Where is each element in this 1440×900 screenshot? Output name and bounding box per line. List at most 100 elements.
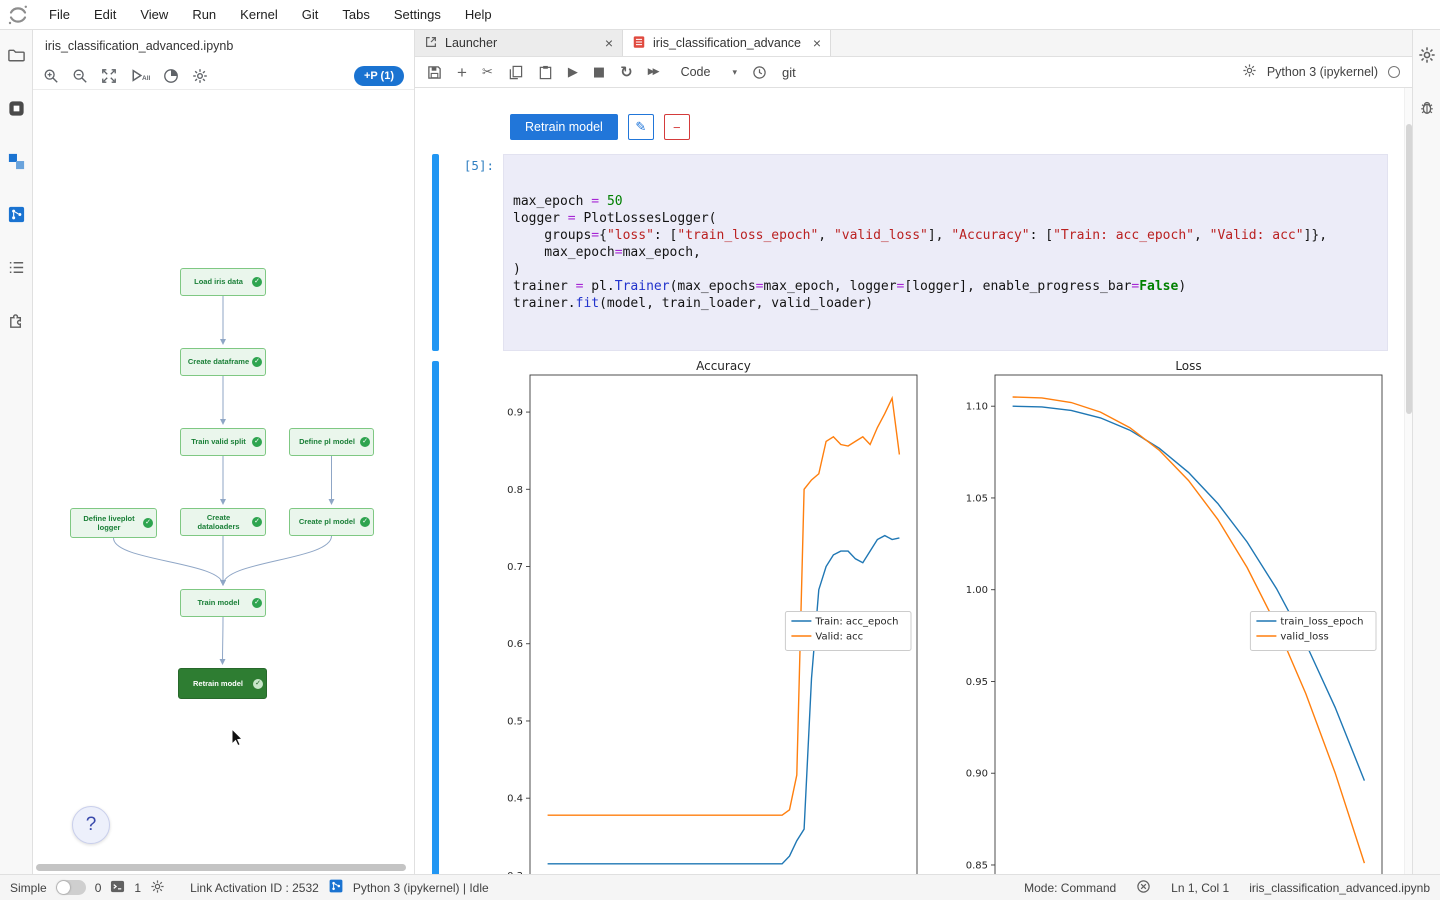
pipeline-graph[interactable]: Load iris data✓Create dataframe✓Train va…	[33, 90, 414, 874]
dag-node-retrain-model[interactable]: Retrain model✓	[178, 668, 267, 699]
notebook-content: Retrain model ✎ − [5]: max_epoch = 50log…	[415, 88, 1412, 874]
check-icon: ✓	[252, 598, 262, 608]
tab-launcher[interactable]: Launcher ×	[415, 30, 623, 56]
check-icon: ✓	[360, 517, 370, 527]
remove-button[interactable]: −	[664, 114, 690, 140]
debugger-icon[interactable]	[1416, 96, 1438, 118]
chevron-down-icon: ▾	[732, 67, 737, 78]
property-inspector-icon[interactable]	[1416, 44, 1438, 66]
dag-node-create-dataframe[interactable]: Create dataframe✓	[180, 348, 266, 376]
run-all-label: All	[142, 75, 150, 82]
cursor-position[interactable]: Ln 1, Col 1	[1171, 881, 1229, 895]
menu-edit[interactable]: Edit	[83, 3, 127, 26]
dag-node-label: Define liveplot logger	[75, 514, 143, 533]
run-all-icon[interactable]: All	[130, 69, 150, 82]
git-status-icon[interactable]	[328, 878, 344, 897]
zoom-out-icon[interactable]	[72, 68, 88, 84]
vertical-scrollbar[interactable]	[1404, 88, 1412, 874]
tab-label: iris_classification_advance	[653, 36, 806, 50]
dag-node-define-pl-model[interactable]: Define pl model✓	[289, 428, 374, 456]
terminals-count[interactable]: 0	[95, 881, 102, 895]
menu-file[interactable]: File	[38, 3, 81, 26]
dag-node-train-valid-split[interactable]: Train valid split✓	[180, 428, 266, 456]
toggle-knob	[57, 881, 70, 894]
fit-view-icon[interactable]	[101, 68, 117, 84]
dag-node-load-iris-data[interactable]: Load iris data✓	[180, 268, 266, 296]
mode-indicator[interactable]: Mode: Command	[1024, 881, 1116, 895]
pipeline-panel-icon[interactable]	[5, 150, 27, 172]
svg-text:0.7: 0.7	[507, 562, 523, 573]
dag-node-create-dataloaders[interactable]: Create dataloaders✓	[180, 508, 266, 536]
extension-manager-icon[interactable]	[5, 309, 27, 331]
add-cell-button[interactable]: +	[457, 64, 467, 81]
menu-help[interactable]: Help	[454, 3, 503, 26]
link-activation-id[interactable]: Link Activation ID : 2532	[190, 881, 319, 895]
git-panel-icon[interactable]	[5, 203, 27, 225]
dag-node-create-pl-model[interactable]: Create pl model✓	[289, 508, 374, 536]
cell-type-dropdown[interactable]: Code ▾	[681, 65, 737, 79]
menu-view[interactable]: View	[129, 3, 179, 26]
kernel-status-icon[interactable]	[1388, 66, 1400, 78]
menu-kernel[interactable]: Kernel	[229, 3, 289, 26]
kernel-settings-icon[interactable]	[1242, 63, 1257, 81]
help-button[interactable]: ?	[72, 806, 110, 844]
close-icon[interactable]: ×	[813, 36, 821, 50]
layout-icon[interactable]	[163, 68, 179, 84]
check-icon: ✓	[252, 437, 262, 447]
notifications-icon[interactable]	[1136, 879, 1151, 897]
run-cell-button[interactable]: ▶	[568, 66, 578, 79]
zoom-in-icon[interactable]	[43, 68, 59, 84]
menu-git[interactable]: Git	[291, 3, 330, 26]
terminal-icon[interactable]	[110, 879, 125, 897]
paste-cell-button[interactable]	[538, 65, 553, 80]
tab-notebook[interactable]: iris_classification_advance ×	[623, 30, 831, 56]
execution-count: [5]:	[439, 154, 503, 351]
output-collapser[interactable]	[432, 361, 439, 874]
chart-title: Accuracy	[696, 361, 751, 373]
pipeline-settings-icon[interactable]	[192, 68, 208, 84]
check-icon: ✓	[252, 357, 262, 367]
pipeline-panel-title: iris_classification_advanced.ipynb	[33, 30, 414, 62]
kernels-count[interactable]: 1	[134, 881, 141, 895]
file-browser-icon[interactable]	[5, 44, 27, 66]
svg-text:0.3: 0.3	[507, 871, 523, 874]
input-collapser[interactable]	[432, 154, 439, 351]
edit-pipeline-button[interactable]: ✎	[628, 114, 654, 140]
kernel-sessions-icon[interactable]	[150, 879, 165, 897]
horizontal-scrollbar[interactable]	[36, 864, 406, 871]
retrain-model-button[interactable]: Retrain model	[510, 114, 618, 140]
kernel-name[interactable]: Python 3 (ipykernel)	[1267, 65, 1378, 79]
close-icon[interactable]: ×	[605, 36, 613, 50]
check-icon: ✓	[252, 277, 262, 287]
cell-type-value: Code	[681, 65, 711, 79]
restart-run-all-button[interactable]: ▶▶	[648, 68, 658, 77]
copy-cell-button[interactable]	[508, 65, 523, 80]
tab-label: Launcher	[445, 36, 598, 50]
menu-settings[interactable]: Settings	[383, 3, 452, 26]
git-toolbar-menu[interactable]: git	[782, 66, 796, 79]
simple-mode-toggle[interactable]	[56, 880, 86, 895]
cut-cell-button[interactable]: ✂	[482, 66, 493, 79]
running-sessions-icon[interactable]	[5, 97, 27, 119]
stop-kernel-button[interactable]: ■	[593, 66, 605, 79]
dag-node-define-liveplot-logger[interactable]: Define liveplot logger✓	[70, 508, 157, 538]
save-button[interactable]	[427, 65, 442, 80]
menu-tabs[interactable]: Tabs	[331, 3, 380, 26]
svg-text:0.9: 0.9	[507, 408, 523, 419]
check-icon: ✓	[360, 437, 370, 447]
dag-node-label: Create dataframe	[188, 357, 249, 366]
history-icon[interactable]	[752, 65, 767, 80]
document-area: Launcher × iris_classification_advance ×…	[415, 30, 1412, 874]
menu-run[interactable]: Run	[181, 3, 227, 26]
code-editor[interactable]: max_epoch = 50logger = PlotLossesLogger(…	[503, 154, 1388, 351]
dag-node-train-model[interactable]: Train model✓	[180, 589, 266, 617]
pipeline-panel: iris_classification_advanced.ipynb All	[33, 30, 415, 874]
pipeline-badge[interactable]: +P (1)	[354, 66, 404, 86]
code-cell[interactable]: [5]: max_epoch = 50logger = PlotLossesLo…	[432, 154, 1388, 351]
scrollbar-thumb[interactable]	[1406, 124, 1412, 414]
svg-text:0.6: 0.6	[507, 639, 523, 650]
accuracy-chart: 010203040500.30.40.50.60.70.80.9Accuracy…	[462, 361, 927, 874]
restart-kernel-button[interactable]: ↻	[620, 65, 633, 80]
kernel-status[interactable]: Python 3 (ipykernel) | Idle	[353, 881, 489, 895]
toc-icon[interactable]	[5, 256, 27, 278]
